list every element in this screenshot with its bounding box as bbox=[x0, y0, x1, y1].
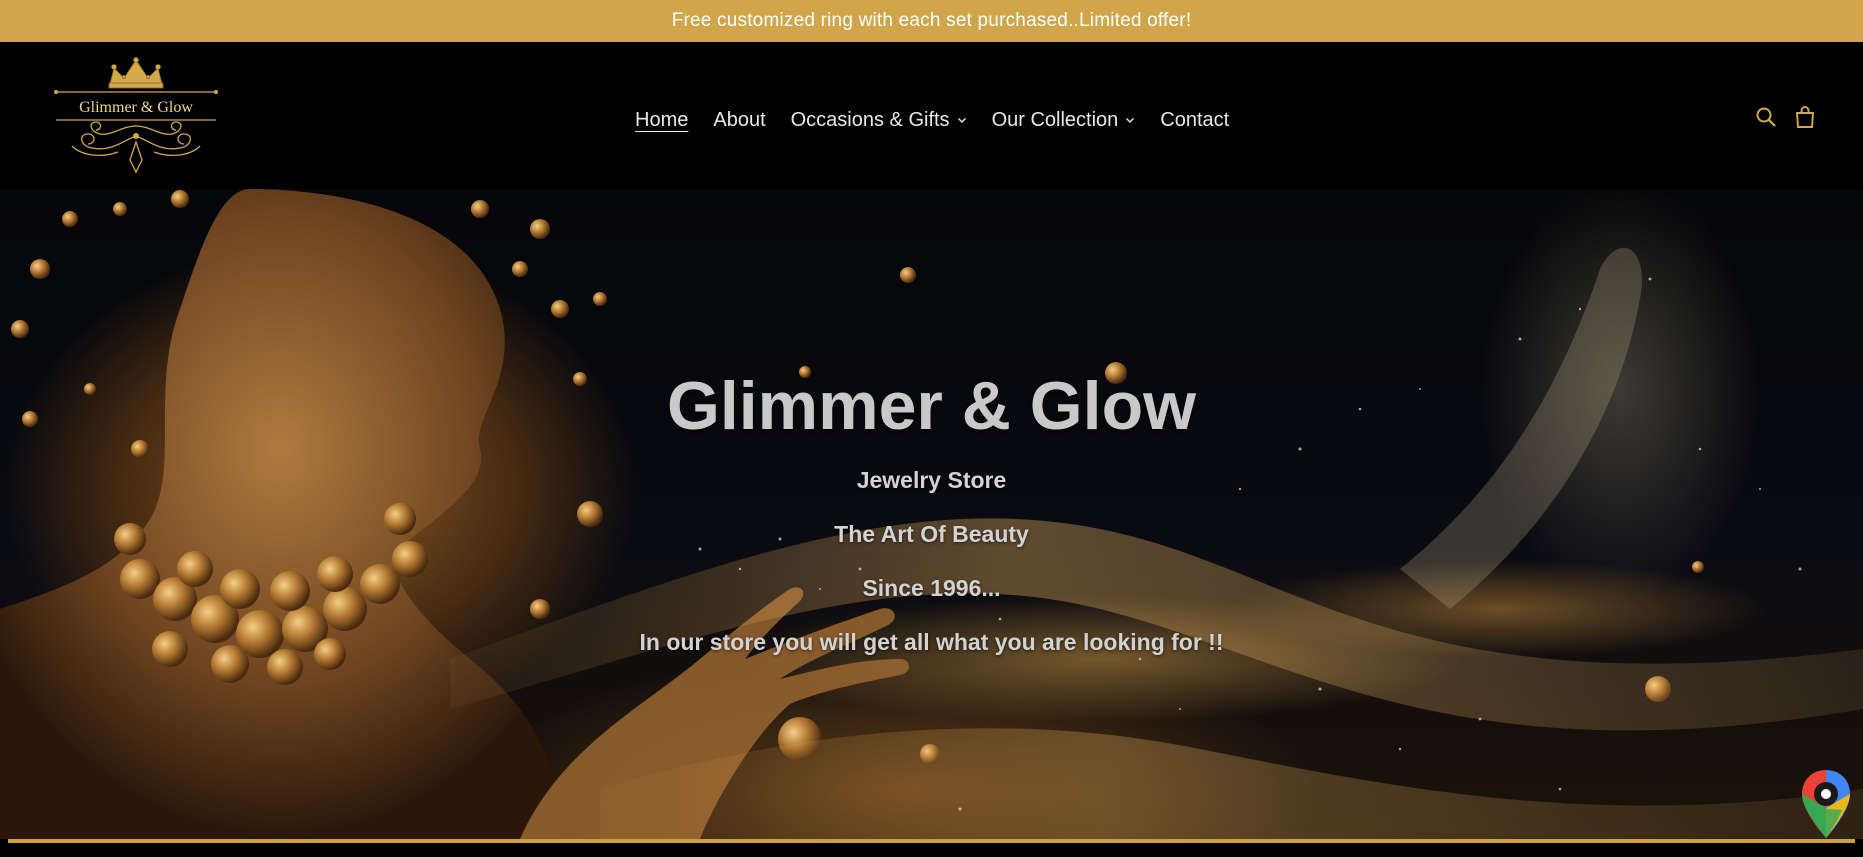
crown-logo-icon: Glimmer & Glow bbox=[54, 57, 218, 174]
nav-home[interactable]: Home bbox=[635, 109, 688, 132]
gold-divider bbox=[8, 839, 1855, 843]
hero-bottom-border bbox=[0, 839, 1863, 857]
search-button[interactable] bbox=[1754, 102, 1778, 132]
hero-banner: Glimmer & Glow Jewelry Store The Art Of … bbox=[0, 189, 1863, 839]
hero-description: In our store you will get all what you a… bbox=[639, 628, 1224, 655]
store-logo[interactable]: Glimmer & Glow bbox=[52, 56, 220, 176]
google-maps-icon bbox=[1802, 770, 1850, 838]
chevron-down-icon bbox=[957, 118, 966, 123]
nav-about-label: About bbox=[713, 108, 766, 131]
nav-contact[interactable]: Contact bbox=[1160, 109, 1229, 132]
hero-title: Glimmer & Glow bbox=[667, 368, 1196, 444]
hero-since: Since 1996... bbox=[862, 574, 1001, 601]
logo-text: Glimmer & Glow bbox=[79, 99, 193, 116]
hero-subtitle: Jewelry Store bbox=[856, 466, 1007, 493]
header-actions bbox=[1739, 102, 1817, 132]
announcement-bar: Free customized ring with each set purch… bbox=[0, 0, 1863, 42]
nav-contact-label: Contact bbox=[1160, 108, 1230, 131]
hero-tagline: The Art Of Beauty bbox=[834, 520, 1029, 547]
nav-about[interactable]: About bbox=[713, 109, 765, 132]
nav-our-collection-label: Our Collection bbox=[991, 108, 1119, 131]
google-maps-button[interactable] bbox=[1800, 768, 1852, 840]
announcement-text: Free customized ring with each set purch… bbox=[671, 10, 1192, 31]
search-icon bbox=[1756, 107, 1776, 127]
cart-icon bbox=[1795, 106, 1815, 128]
site-header: Glimmer & Glow Home About Occasions & Gi… bbox=[0, 42, 1863, 189]
main-nav: Home About Occasions & Gifts Our Collect… bbox=[635, 104, 1254, 136]
chevron-down-icon bbox=[1126, 118, 1135, 123]
hero-content: Glimmer & Glow Jewelry Store The Art Of … bbox=[0, 189, 1863, 839]
cart-button[interactable] bbox=[1793, 102, 1817, 132]
nav-occasions-gifts[interactable]: Occasions & Gifts bbox=[791, 109, 967, 132]
nav-occasions-gifts-label: Occasions & Gifts bbox=[790, 108, 950, 131]
nav-our-collection[interactable]: Our Collection bbox=[992, 109, 1136, 132]
nav-home-label: Home bbox=[635, 108, 689, 131]
